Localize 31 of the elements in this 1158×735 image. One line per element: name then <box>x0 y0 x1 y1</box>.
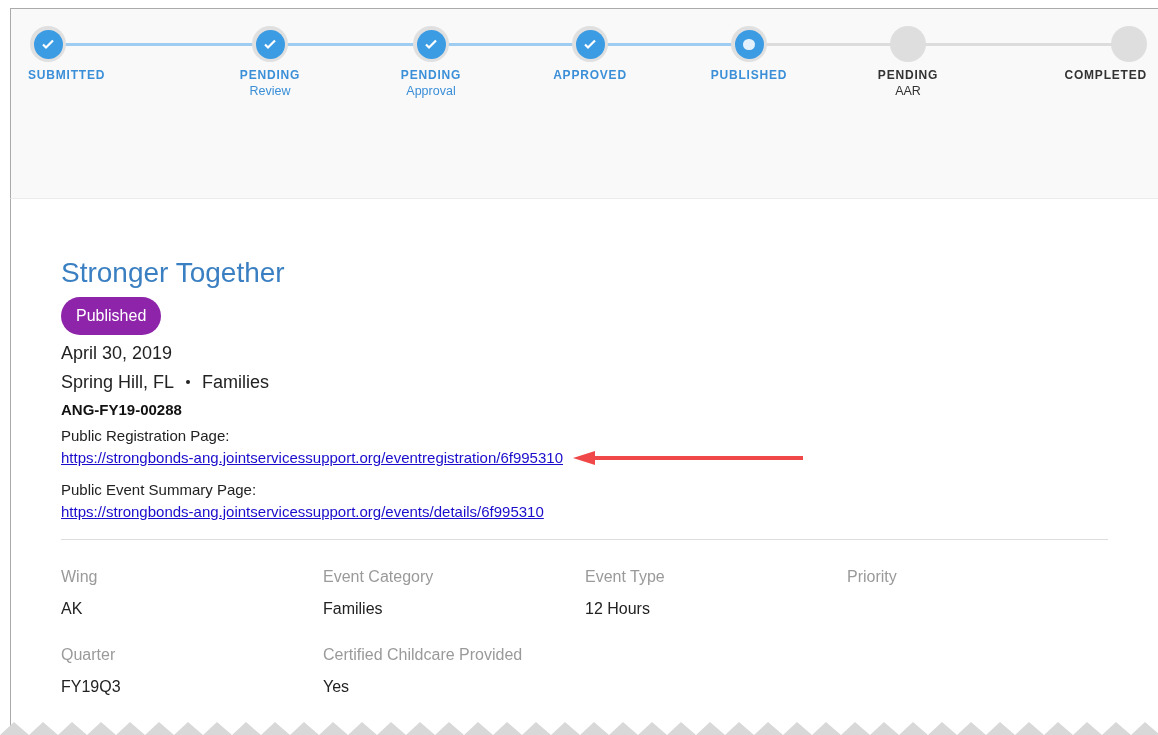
field-value: FY19Q3 <box>61 677 122 697</box>
field-label: Quarter <box>61 645 117 665</box>
event-audience: Families <box>202 371 270 394</box>
field-label: Event Category <box>323 567 435 587</box>
link-label: Public Registration Page: <box>61 426 231 446</box>
event-location: Spring Hill, FL <box>61 371 175 394</box>
step-label: PENDING <box>877 67 939 84</box>
event-code: ANG-FY19-00288 <box>61 400 183 420</box>
page-link[interactable]: https://strongbonds-ang.jointservicessupport.org/events/details/6f995310 <box>61 501 544 523</box>
field-value: Yes <box>323 677 351 697</box>
field-label: Certified Childcare Provided <box>323 645 524 665</box>
step-label: PENDING <box>400 67 462 84</box>
field-value: 12 Hours <box>585 599 651 619</box>
page-link[interactable]: https://strongbonds-ang.jointservicessupport.org/eventregistration/6f995310 <box>61 447 563 469</box>
step-sublabel: Approval <box>406 84 456 98</box>
step-label: APPROVED <box>553 67 627 84</box>
field-label: Event Type <box>585 567 666 587</box>
field-value: AK <box>61 599 84 619</box>
link-label: Public Event Summary Page: <box>61 480 258 500</box>
event-title: Stronger Together <box>61 256 286 290</box>
event-date: April 30, 2019 <box>61 342 174 365</box>
field-value: Families <box>323 599 384 619</box>
field-label: Priority <box>847 567 898 587</box>
step-label: PUBLISHED <box>710 67 788 84</box>
status-badge: Published <box>61 297 162 335</box>
step-sublabel: Review <box>249 84 291 98</box>
step-label: SUBMITTED <box>28 67 106 84</box>
step-sublabel: AAR <box>895 84 921 98</box>
step-label: PENDING <box>239 67 301 84</box>
step-label: COMPLETED <box>1064 67 1147 84</box>
field-label: Wing <box>61 567 99 587</box>
